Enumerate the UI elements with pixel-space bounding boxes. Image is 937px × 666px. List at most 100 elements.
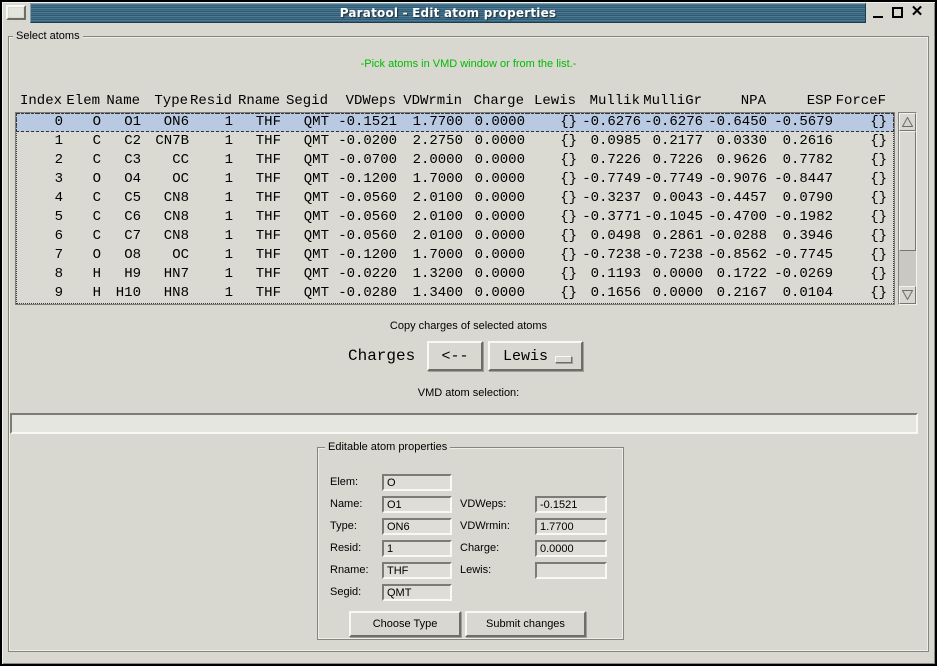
submit-changes-button[interactable]: Submit changes bbox=[465, 611, 586, 637]
minimize-button[interactable] bbox=[869, 3, 887, 21]
column-header-esp: ESP bbox=[766, 92, 832, 110]
table-cell: {} bbox=[833, 189, 887, 208]
table-cell: C6 bbox=[101, 208, 141, 227]
vdweps-input[interactable] bbox=[535, 496, 607, 513]
table-cell: CN8 bbox=[141, 189, 189, 208]
table-cell: THF bbox=[233, 170, 281, 189]
name-field-label: Name: bbox=[330, 498, 362, 510]
table-cell: C bbox=[63, 132, 101, 151]
column-header-name: Name bbox=[100, 92, 140, 110]
table-cell: 1.3400 bbox=[397, 284, 463, 303]
scroll-down-icon bbox=[902, 290, 913, 300]
segid-input[interactable] bbox=[382, 584, 452, 601]
table-cell: -0.1521 bbox=[329, 113, 397, 132]
table-cell: 0.0498 bbox=[577, 227, 641, 246]
table-row[interactable]: 4CC5CN81THFQMT-0.05602.01000.0000{}-0.32… bbox=[16, 189, 894, 208]
charge-source-optionmenu[interactable]: Lewis bbox=[488, 341, 583, 371]
close-button[interactable]: ✕ bbox=[908, 3, 926, 21]
table-cell: -0.0700 bbox=[329, 151, 397, 170]
table-row[interactable]: 5CC6CN81THFQMT-0.05602.01000.0000{}-0.37… bbox=[16, 208, 894, 227]
scroll-up-button[interactable] bbox=[899, 113, 916, 131]
column-header-npa: NPA bbox=[702, 92, 766, 110]
table-cell: -0.7238 bbox=[641, 246, 703, 265]
table-cell: -0.0288 bbox=[703, 227, 767, 246]
table-cell: 0.0000 bbox=[463, 246, 525, 265]
table-cell: QMT bbox=[281, 208, 329, 227]
table-cell: O4 bbox=[101, 170, 141, 189]
table-cell: 9 bbox=[17, 284, 63, 303]
table-row[interactable]: 7OO8OC1THFQMT-0.12001.70000.0000{}-0.723… bbox=[16, 246, 894, 265]
type-input[interactable] bbox=[382, 518, 452, 535]
table-cell: -0.0280 bbox=[329, 284, 397, 303]
maximize-button[interactable] bbox=[888, 3, 906, 21]
window-title: Paratool - Edit atom properties bbox=[340, 6, 557, 20]
table-row[interactable]: 1CC2CN7B1THFQMT-0.02002.27500.0000{}0.09… bbox=[16, 132, 894, 151]
vdwrmin-input[interactable] bbox=[535, 518, 607, 535]
column-header-charge: Charge bbox=[462, 92, 524, 110]
atom-listbox[interactable]: 0OO1ON61THFQMT-0.15211.77000.0000{}-0.62… bbox=[15, 112, 895, 305]
table-cell: 8 bbox=[17, 265, 63, 284]
table-cell: QMT bbox=[281, 227, 329, 246]
table-cell: THF bbox=[233, 132, 281, 151]
table-cell: 2 bbox=[17, 151, 63, 170]
scroll-down-button[interactable] bbox=[899, 286, 916, 304]
name-input[interactable] bbox=[382, 496, 452, 513]
table-row[interactable]: 6CC7CN81THFQMT-0.05602.01000.0000{}0.049… bbox=[16, 227, 894, 246]
table-row[interactable]: 3OO4OC1THFQMT-0.12001.70000.0000{}-0.774… bbox=[16, 170, 894, 189]
table-cell: {} bbox=[833, 113, 887, 132]
table-cell: -0.1200 bbox=[329, 246, 397, 265]
table-cell: 4 bbox=[17, 189, 63, 208]
table-cell: 0.0104 bbox=[767, 284, 833, 303]
table-cell: 0.2167 bbox=[703, 284, 767, 303]
table-cell: 6 bbox=[17, 227, 63, 246]
table-cell: H bbox=[63, 284, 101, 303]
table-row[interactable]: 9HH10HN81THFQMT-0.02801.34000.0000{}0.16… bbox=[16, 284, 894, 303]
table-cell: {} bbox=[525, 208, 577, 227]
table-cell: QMT bbox=[281, 284, 329, 303]
elem-input[interactable] bbox=[382, 474, 452, 491]
table-cell: -0.7749 bbox=[641, 170, 703, 189]
table-row[interactable]: 2CC3CC1THFQMT-0.07002.00000.0000{}0.7226… bbox=[16, 151, 894, 170]
column-header-vdwrmin: VDWrmin bbox=[396, 92, 462, 110]
table-cell: C5 bbox=[101, 189, 141, 208]
table-cell: -0.3771 bbox=[577, 208, 641, 227]
table-row[interactable]: 8HH9HN71THFQMT-0.02201.32000.0000{}0.119… bbox=[16, 265, 894, 284]
table-cell: ON6 bbox=[141, 113, 189, 132]
title-bar[interactable]: Paratool - Edit atom properties bbox=[30, 3, 866, 23]
copy-charges-button[interactable]: <-- bbox=[427, 341, 483, 371]
charges-label: Charges bbox=[348, 347, 415, 365]
table-cell: 0.0000 bbox=[463, 208, 525, 227]
table-cell: QMT bbox=[281, 132, 329, 151]
rname-input[interactable] bbox=[382, 562, 452, 579]
table-cell: CC bbox=[141, 151, 189, 170]
scrollbar-thumb[interactable] bbox=[899, 131, 916, 251]
table-cell: 0.2616 bbox=[767, 132, 833, 151]
maximize-icon bbox=[892, 7, 903, 18]
choose-type-button[interactable]: Choose Type bbox=[349, 611, 461, 637]
table-cell: 1 bbox=[189, 151, 233, 170]
table-row[interactable]: 0OO1ON61THFQMT-0.15211.77000.0000{}-0.62… bbox=[16, 113, 894, 132]
table-cell: H9 bbox=[101, 265, 141, 284]
table-cell: -0.1982 bbox=[767, 208, 833, 227]
charge-input[interactable] bbox=[535, 540, 607, 557]
vmd-selection-input[interactable] bbox=[10, 413, 918, 434]
table-cell: 3 bbox=[17, 170, 63, 189]
table-cell: 0 bbox=[17, 113, 63, 132]
table-cell: 0.0985 bbox=[577, 132, 641, 151]
listbox-scrollbar[interactable] bbox=[898, 112, 917, 305]
resid-input[interactable] bbox=[382, 540, 452, 557]
table-cell: {} bbox=[833, 132, 887, 151]
table-cell: C3 bbox=[101, 151, 141, 170]
table-cell: QMT bbox=[281, 189, 329, 208]
table-cell: C bbox=[63, 208, 101, 227]
paratool-window: Paratool - Edit atom properties ✕ Select… bbox=[0, 0, 937, 666]
window-menu-icon bbox=[9, 8, 23, 17]
table-cell: -0.5679 bbox=[767, 113, 833, 132]
table-cell: 0.1193 bbox=[577, 265, 641, 284]
table-cell: OC bbox=[141, 170, 189, 189]
window-menu-button[interactable] bbox=[6, 5, 26, 20]
lewis-input[interactable] bbox=[535, 562, 607, 579]
table-cell: -0.7749 bbox=[577, 170, 641, 189]
table-cell: 1.3200 bbox=[397, 265, 463, 284]
table-cell: {} bbox=[833, 284, 887, 303]
